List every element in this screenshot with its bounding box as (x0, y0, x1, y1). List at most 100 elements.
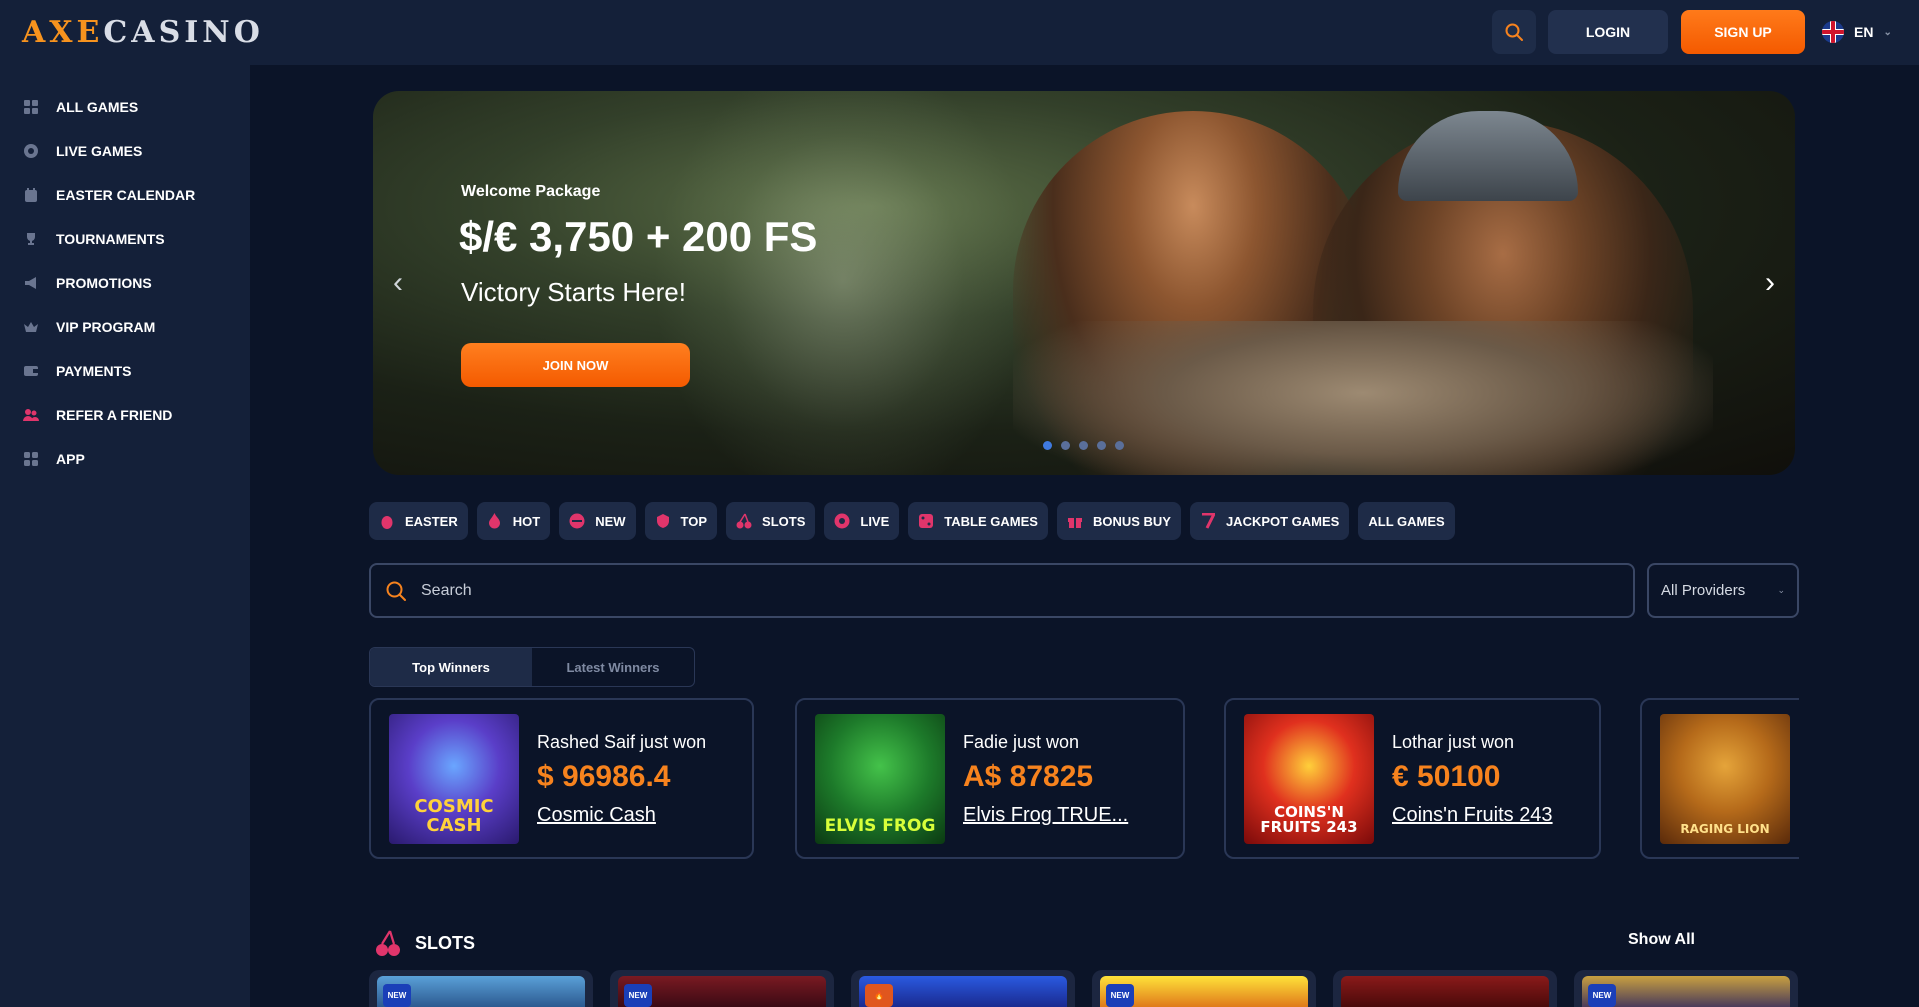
sidebar-item-payments[interactable]: PAYMENTS (0, 349, 250, 393)
language-selector[interactable]: EN ⌄ (1822, 20, 1892, 44)
chevron-left-icon[interactable]: ‹ (383, 263, 413, 303)
tab-new[interactable]: NEW (559, 502, 636, 540)
winner-name: Lothar just won (1392, 732, 1515, 752)
slots-section-header: SLOTS (375, 928, 475, 958)
sidebar-item-refer-a-friend[interactable]: REFER A FRIEND (0, 393, 250, 437)
logo-part-axe: AXE (22, 14, 104, 50)
logo[interactable]: AXE CASINO (22, 14, 264, 50)
grid-icon (22, 450, 40, 468)
sidebar-item-label: EASTER CALENDAR (56, 187, 196, 203)
chevron-right-icon[interactable]: › (1755, 263, 1785, 303)
chip-icon (834, 513, 850, 529)
sidebar-item-live-games[interactable]: LIVE GAMES (0, 129, 250, 173)
chip-icon (22, 142, 40, 160)
slot-game-card[interactable]: NEW (1574, 970, 1798, 1007)
tab-label: ALL GAMES (1368, 513, 1445, 529)
tab-slots[interactable]: SLOTS (726, 502, 816, 540)
carousel-dot[interactable] (1115, 441, 1124, 450)
game-thumbnail[interactable]: ELVIS FROG (815, 714, 945, 844)
providers-select[interactable]: All Providers ⌄ (1647, 563, 1799, 618)
winner-card[interactable]: ELVIS FROG Fadie just won A$ 87825 Elvis… (795, 698, 1185, 859)
slot-game-card[interactable]: 🔥 (851, 970, 1075, 1007)
winner-card[interactable]: COSMIC CASH Rashed Saif just won $ 96986… (369, 698, 754, 859)
hot-badge: 🔥 (865, 984, 893, 1007)
carousel-dots (1043, 441, 1124, 450)
language-label: EN (1854, 24, 1874, 40)
winner-name: Rashed Saif just won (537, 732, 707, 752)
game-thumbnail[interactable]: RAGING LION (1660, 714, 1790, 844)
search-input[interactable] (421, 581, 1571, 600)
join-now-button[interactable]: JOIN NOW (461, 343, 690, 387)
sidebar-item-label: LIVE GAMES (56, 143, 143, 159)
sidebar-item-label: VIP PROGRAM (56, 319, 156, 335)
thumb-title: COSMIC CASH (414, 796, 494, 837)
tab-top-winners[interactable]: Top Winners (370, 648, 532, 686)
game-thumbnail[interactable]: COSMIC CASH (389, 714, 519, 844)
slots-row: NEW NEW 🔥 NEW NEW (369, 970, 1798, 1007)
show-all-link[interactable]: Show All (1628, 931, 1695, 949)
sidebar-item-label: PAYMENTS (56, 363, 132, 379)
winner-amount: $ 96986.4 (537, 760, 671, 793)
header-search-button[interactable] (1492, 10, 1536, 54)
dice-icon (918, 513, 934, 529)
slot-game-card[interactable]: NEW (1092, 970, 1316, 1007)
winner-card[interactable]: RAGING LION (1640, 698, 1799, 859)
sidebar-item-tournaments[interactable]: TOURNAMENTS (0, 217, 250, 261)
sidebar-item-label: ALL GAMES (56, 99, 139, 115)
thumb-title: RAGING LION (1680, 822, 1770, 837)
slot-game-card[interactable]: NEW (369, 970, 593, 1007)
gift-icon (1067, 513, 1083, 529)
new-badge: NEW (383, 984, 411, 1007)
winner-game-link[interactable]: Elvis Frog TRUE... (963, 804, 1143, 827)
carousel-dot[interactable] (1097, 441, 1106, 450)
carousel-dot[interactable] (1061, 441, 1070, 450)
new-badge: NEW (1588, 984, 1616, 1007)
banner-helmet (1398, 111, 1578, 201)
sidebar-item-label: PROMOTIONS (56, 275, 152, 291)
slot-game-card[interactable]: NEW (610, 970, 834, 1007)
cherry-icon (376, 930, 400, 956)
tab-jackpot-games[interactable]: JACKPOT GAMES (1189, 502, 1350, 540)
tab-all-games[interactable]: ALL GAMES (1358, 502, 1455, 540)
signup-button[interactable]: SIGN UP (1681, 10, 1805, 54)
new-badge: NEW (1106, 984, 1134, 1007)
shield-icon (655, 513, 671, 529)
carousel-dot[interactable] (1079, 441, 1088, 450)
new-badge: NEW (624, 984, 652, 1007)
sidebar-item-vip-program[interactable]: VIP PROGRAM (0, 305, 250, 349)
search-icon (1505, 23, 1523, 41)
tab-live[interactable]: LIVE (824, 502, 900, 540)
sidebar-item-promotions[interactable]: PROMOTIONS (0, 261, 250, 305)
banner-welcome: Welcome Package (461, 183, 601, 200)
carousel-dot[interactable] (1043, 441, 1052, 450)
winner-game-link[interactable]: Coins'n Fruits 243 (1392, 804, 1592, 827)
chevron-down-icon: ⌄ (1777, 585, 1785, 595)
banner-amount: $/€ 3,750 + 200 FS (459, 213, 818, 260)
sidebar-item-app[interactable]: APP (0, 437, 250, 481)
promo-banner[interactable]: Welcome Package $/€ 3,750 + 200 FS Victo… (373, 91, 1795, 475)
winner-name: Fadie just won (963, 732, 1080, 752)
winner-card[interactable]: COINS'N FRUITS 243 Lothar just won € 501… (1224, 698, 1601, 859)
tab-latest-winners[interactable]: Latest Winners (532, 648, 694, 686)
login-button[interactable]: LOGIN (1548, 10, 1668, 54)
winner-game-link[interactable]: Cosmic Cash (537, 804, 737, 827)
slot-game-card[interactable] (1333, 970, 1557, 1007)
tab-top[interactable]: TOP (644, 502, 718, 540)
sidebar-item-label: APP (56, 451, 85, 467)
sidebar-item-label: REFER A FRIEND (56, 407, 173, 423)
tab-table-games[interactable]: TABLE GAMES (908, 502, 1048, 540)
category-tabs: EASTER HOT NEW TOP SLOTS LIVE TABLE GAME… (369, 502, 1455, 540)
sidebar-item-all-games[interactable]: ALL GAMES (0, 85, 250, 129)
game-thumbnail[interactable]: COINS'N FRUITS 243 (1244, 714, 1374, 844)
banner-tagline: Victory Starts Here! (461, 277, 686, 307)
sidebar-item-easter-calendar[interactable]: EASTER CALENDAR (0, 173, 250, 217)
egg-icon (379, 513, 395, 529)
sidebar-item-label: TOURNAMENTS (56, 231, 165, 247)
chevron-down-icon: ⌄ (1883, 26, 1892, 38)
cherry-icon (736, 513, 752, 529)
tab-hot[interactable]: HOT (476, 502, 551, 540)
tab-easter[interactable]: EASTER (369, 502, 468, 540)
top-header: AXE CASINO LOGIN SIGN UP EN ⌄ (0, 0, 1919, 65)
tab-bonus-buy[interactable]: BONUS BUY (1056, 502, 1181, 540)
winners-tabs: Top Winners Latest Winners (369, 647, 695, 687)
